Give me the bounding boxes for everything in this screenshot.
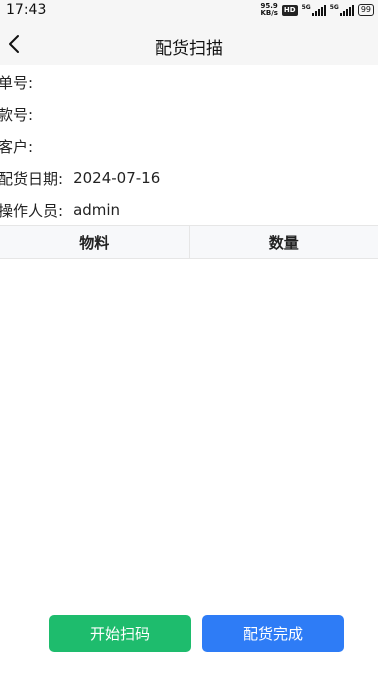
order-no-label: 单号: bbox=[0, 73, 34, 92]
network-speed-unit: KB/s bbox=[260, 9, 278, 17]
operator-value: admin bbox=[73, 201, 121, 219]
style-no-row: 款号: bbox=[0, 98, 378, 130]
page-title: 配货扫描 bbox=[155, 39, 223, 59]
signal-label-2: 5G bbox=[329, 4, 339, 11]
operator-label: 操作人员: bbox=[0, 201, 64, 220]
customer-label: 客户: bbox=[0, 137, 34, 156]
column-header-quantity: 数量 bbox=[188, 226, 378, 258]
date-row: 配货日期: 2024-07-16 bbox=[0, 162, 378, 194]
operator-row: 操作人员: admin bbox=[0, 194, 378, 226]
signal-label: 5G bbox=[301, 4, 311, 11]
column-header-material: 物料 bbox=[79, 233, 110, 252]
signal-icon-2: 5G bbox=[330, 4, 354, 16]
header-bar: 配货扫描 bbox=[0, 24, 378, 65]
order-info: 单号: 款号: 客户: 配货日期: 2024-07-16 操作人员: admin bbox=[0, 66, 378, 226]
table-body bbox=[0, 259, 378, 599]
status-bar: 17:43 95.9 KB/s HD 5G 5G 99 bbox=[0, 0, 378, 24]
status-icons: 95.9 KB/s HD 5G 5G 99 bbox=[260, 3, 374, 17]
date-label: 配货日期: bbox=[0, 169, 64, 188]
start-scan-button[interactable]: 开始扫码 bbox=[49, 615, 191, 652]
network-speed: 95.9 KB/s bbox=[260, 3, 277, 17]
style-no-label: 款号: bbox=[0, 105, 34, 124]
hd-icon: HD bbox=[281, 4, 298, 16]
customer-row: 客户: bbox=[0, 130, 378, 162]
status-time: 17:43 bbox=[6, 2, 47, 18]
battery-icon: 99 bbox=[357, 4, 374, 16]
date-value: 2024-07-16 bbox=[73, 169, 161, 187]
signal-icon: 5G bbox=[302, 4, 326, 16]
table-header: 物料 数量 bbox=[0, 225, 378, 259]
finish-allocation-button[interactable]: 配货完成 bbox=[202, 615, 344, 652]
order-no-row: 单号: bbox=[0, 66, 378, 98]
